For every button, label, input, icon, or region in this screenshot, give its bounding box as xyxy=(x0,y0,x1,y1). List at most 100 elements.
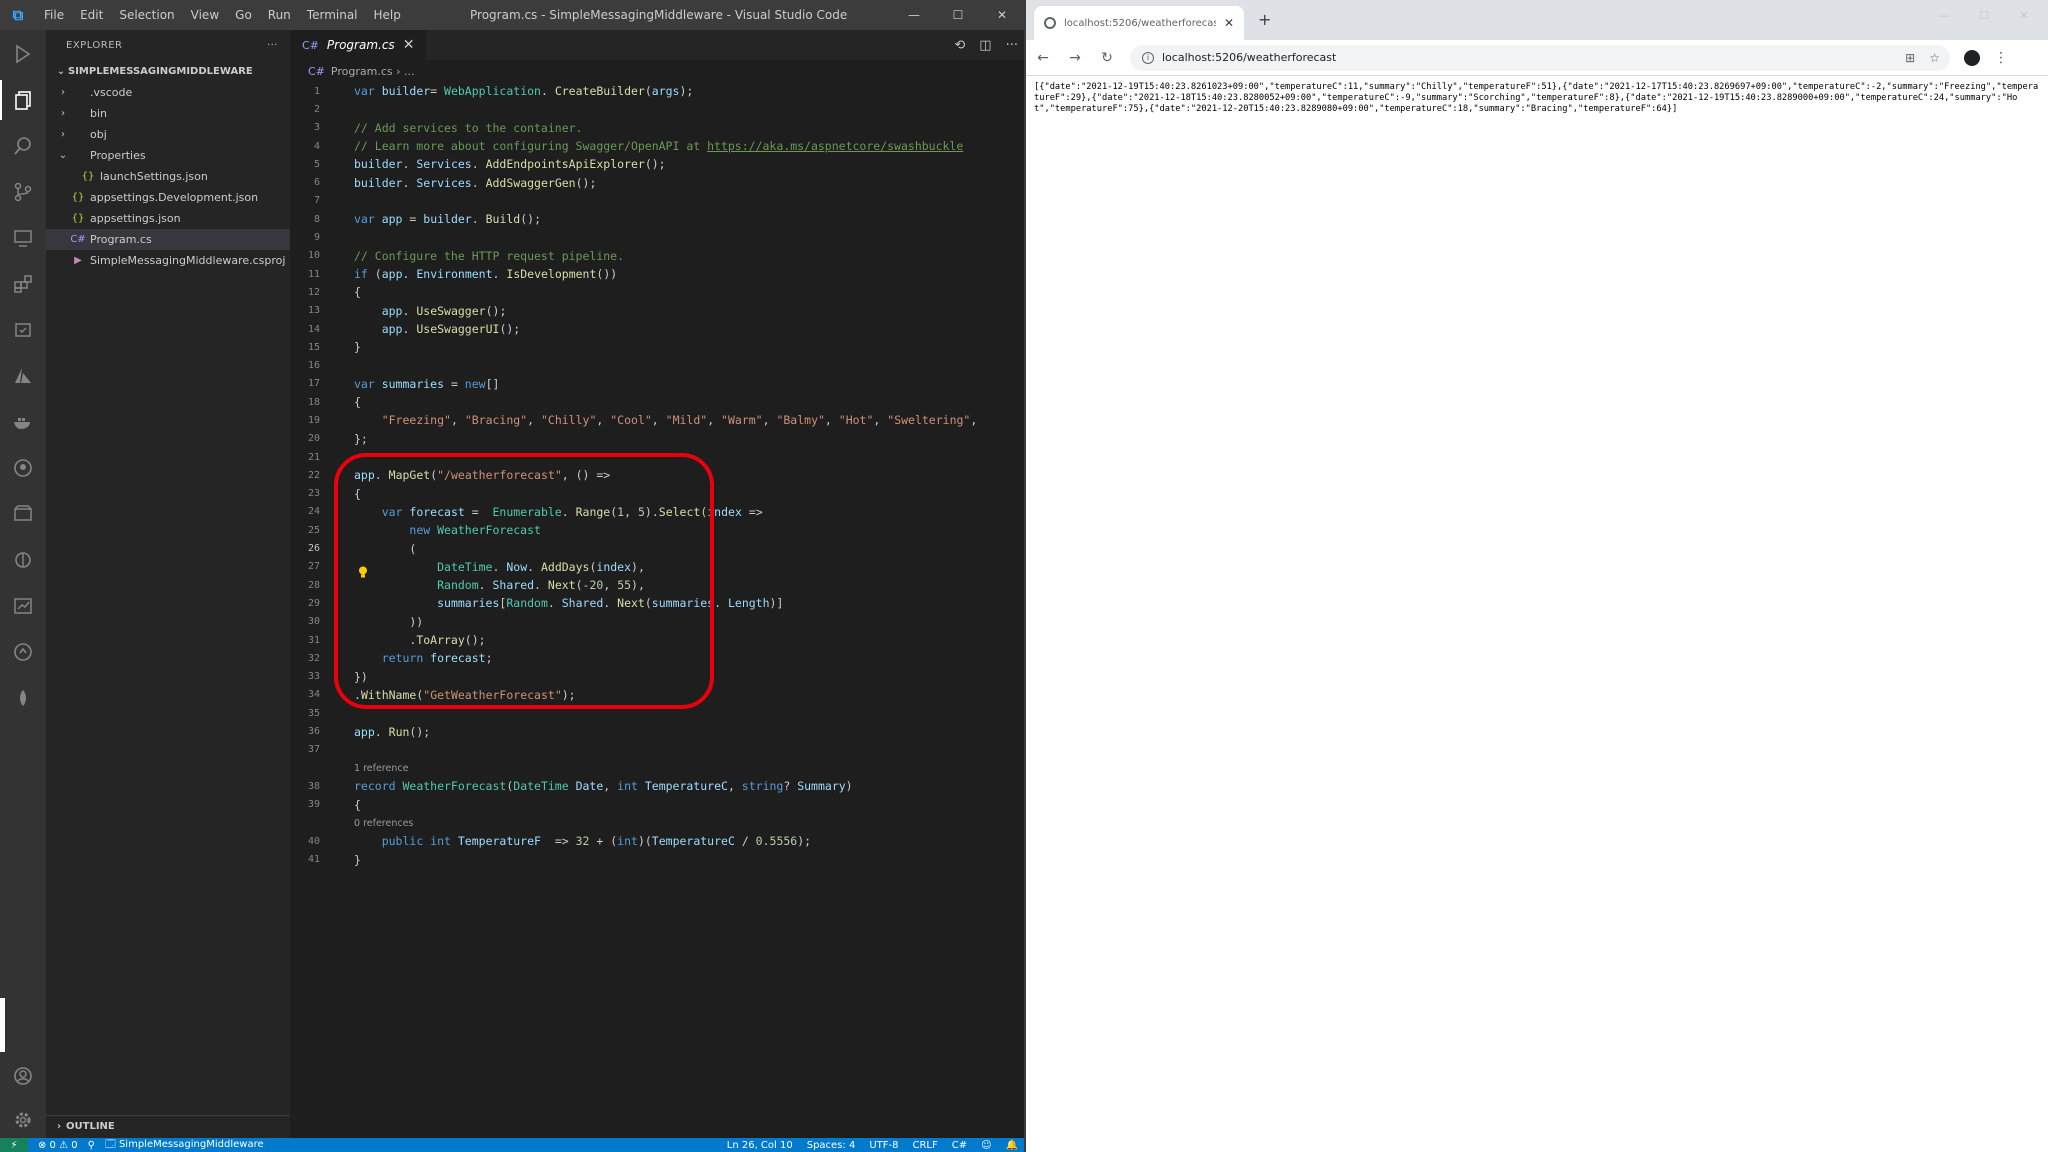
browser-minimize-button[interactable]: — xyxy=(1924,0,1964,30)
eol-status[interactable]: CRLF xyxy=(912,1140,937,1151)
code-line: 22 app. MapGet("/weatherforecast", () => xyxy=(290,466,1024,484)
code-token: IsDevelopment xyxy=(506,267,597,282)
menu-terminal[interactable]: Terminal xyxy=(299,8,366,22)
bookmark-star-icon[interactable]: ☆ xyxy=(1929,51,1940,65)
browser-maximize-button[interactable]: ☐ xyxy=(1964,0,2004,30)
remote-indicator[interactable]: ⚡ xyxy=(0,1138,28,1152)
code-token: Services xyxy=(416,157,472,172)
code-token: ? xyxy=(783,779,798,794)
reload-button[interactable]: ↻ xyxy=(1098,50,1116,66)
open-changes-icon[interactable]: ⟲ xyxy=(954,38,965,53)
info-icon[interactable]: i xyxy=(1142,51,1154,64)
code-token: . xyxy=(492,559,507,574)
live-share-icon[interactable] xyxy=(0,632,46,672)
close-tab-icon[interactable]: ✕ xyxy=(403,37,415,53)
profile-avatar[interactable] xyxy=(1964,49,1980,66)
codelens-references[interactable]: 1 reference xyxy=(354,763,408,774)
cursor-position[interactable]: Ln 26, Col 10 xyxy=(727,1140,793,1151)
chart-icon[interactable] xyxy=(0,586,46,626)
menu-file[interactable]: File xyxy=(36,8,72,22)
tree-item[interactable]: › .vscode xyxy=(46,82,290,103)
lightbulb-icon[interactable] xyxy=(358,566,368,578)
code-token: => xyxy=(540,834,576,849)
run-debug-icon[interactable] xyxy=(0,34,46,74)
code-token: record xyxy=(354,779,403,794)
tree-item[interactable]: ▶ SimpleMessagingMiddleware.csproj xyxy=(46,250,290,271)
vscode-logo-icon: ⧉ xyxy=(12,6,24,24)
codelens-references[interactable]: 0 references xyxy=(354,818,413,829)
forward-button[interactable]: → xyxy=(1066,50,1084,66)
menu-run[interactable]: Run xyxy=(260,8,299,22)
tab-program-cs[interactable]: C# Program.cs ✕ xyxy=(290,30,427,60)
address-bar[interactable]: i localhost:5206/weatherforecast ⊞ ☆ xyxy=(1130,44,1950,71)
code-token: WeatherForecast xyxy=(402,779,507,794)
line-number: 2 xyxy=(313,103,320,115)
browser-menu-icon[interactable]: ⋮ xyxy=(1994,50,2008,66)
tree-item[interactable]: ⌄ Properties xyxy=(46,145,290,166)
git-graph-icon[interactable] xyxy=(0,540,46,580)
tree-item[interactable]: › bin xyxy=(46,103,290,124)
kubernetes-icon[interactable] xyxy=(0,678,46,718)
breadcrumb-path[interactable]: Program.cs › ... xyxy=(331,65,415,78)
code-token: 32 xyxy=(575,834,590,849)
explorer-more-button[interactable]: ··· xyxy=(267,40,278,51)
code-editor[interactable]: 1 var builder= WebApplication. CreateBuil… xyxy=(290,82,1024,869)
database-icon[interactable] xyxy=(0,494,46,534)
code-text: "Freezing", "Bracing", "Chilly", "Cool",… xyxy=(330,413,978,427)
new-tab-button[interactable]: + xyxy=(1258,10,1271,29)
azure-icon[interactable] xyxy=(0,356,46,396)
explorer-header: EXPLORER ··· xyxy=(46,30,290,60)
maximize-button[interactable]: ☐ xyxy=(936,0,980,30)
browser-tab[interactable]: localhost:5206/weatherforecast ✕ xyxy=(1034,6,1244,40)
problems-status[interactable]: ⊗ 0 ⚠ 0 xyxy=(38,1140,78,1151)
back-button[interactable]: ← xyxy=(1034,50,1052,66)
indentation-status[interactable]: Spaces: 4 xyxy=(807,1140,856,1151)
code-text: return forecast; xyxy=(330,651,493,665)
code-line: 6 builder. Services. AddSwaggerGen(); xyxy=(290,173,1024,191)
menu-selection[interactable]: Selection xyxy=(111,8,182,22)
menu-help[interactable]: Help xyxy=(366,8,409,22)
account-status-icon[interactable]: ⚲ xyxy=(88,1140,95,1151)
split-editor-icon[interactable]: ◫ xyxy=(979,38,991,53)
code-line: 14 app. UseSwaggerUI(); xyxy=(290,320,1024,338)
testing-icon[interactable] xyxy=(0,310,46,350)
code-text: )) xyxy=(330,615,423,629)
code-line: 18 { xyxy=(290,393,1024,411)
close-tab-icon[interactable]: ✕ xyxy=(1224,16,1234,30)
github-icon[interactable] xyxy=(0,448,46,488)
url-text[interactable]: localhost:5206/weatherforecast xyxy=(1162,51,1336,64)
remote-explorer-icon[interactable] xyxy=(0,218,46,258)
code-token: Shared xyxy=(492,578,535,593)
language-status[interactable]: C# xyxy=(952,1140,967,1151)
search-icon[interactable] xyxy=(0,126,46,166)
project-status[interactable]: 🗔 SimpleMessagingMiddleware xyxy=(105,1137,264,1152)
notifications-icon[interactable]: 🔔 xyxy=(1006,1140,1018,1151)
extensions-icon[interactable] xyxy=(0,264,46,304)
tree-item[interactable]: {} appsettings.json xyxy=(46,208,290,229)
feedback-icon[interactable]: ☺ xyxy=(981,1140,991,1151)
minimize-button[interactable]: — xyxy=(892,0,936,30)
menu-go[interactable]: Go xyxy=(227,8,260,22)
code-token: (); xyxy=(485,303,507,318)
menu-edit[interactable]: Edit xyxy=(72,8,111,22)
gear-icon[interactable] xyxy=(0,1100,46,1140)
tree-item[interactable]: {} appsettings.Development.json xyxy=(46,187,290,208)
source-control-icon[interactable] xyxy=(0,172,46,212)
accounts-icon[interactable] xyxy=(0,1056,46,1096)
install-app-icon[interactable]: ⊞ xyxy=(1905,51,1915,65)
encoding-status[interactable]: UTF-8 xyxy=(869,1140,898,1151)
tree-item[interactable]: C# Program.cs xyxy=(46,229,290,250)
files-icon[interactable] xyxy=(0,80,46,120)
tree-item-label: Program.cs xyxy=(90,233,152,246)
line-number: 11 xyxy=(307,268,320,280)
tree-item[interactable]: › obj xyxy=(46,124,290,145)
docker-icon[interactable] xyxy=(0,402,46,442)
menu-view[interactable]: View xyxy=(183,8,227,22)
browser-close-button[interactable]: ✕ xyxy=(2004,0,2044,30)
code-line: 21 xyxy=(290,448,1024,466)
more-actions-icon[interactable]: ··· xyxy=(1006,38,1018,53)
project-folder-header[interactable]: ⌄ SIMPLEMESSAGINGMIDDLEWARE xyxy=(46,60,290,82)
close-window-button[interactable]: ✕ xyxy=(980,0,1024,30)
outline-section[interactable]: › OUTLINE xyxy=(46,1115,290,1137)
tree-item[interactable]: {} launchSettings.json xyxy=(46,166,290,187)
